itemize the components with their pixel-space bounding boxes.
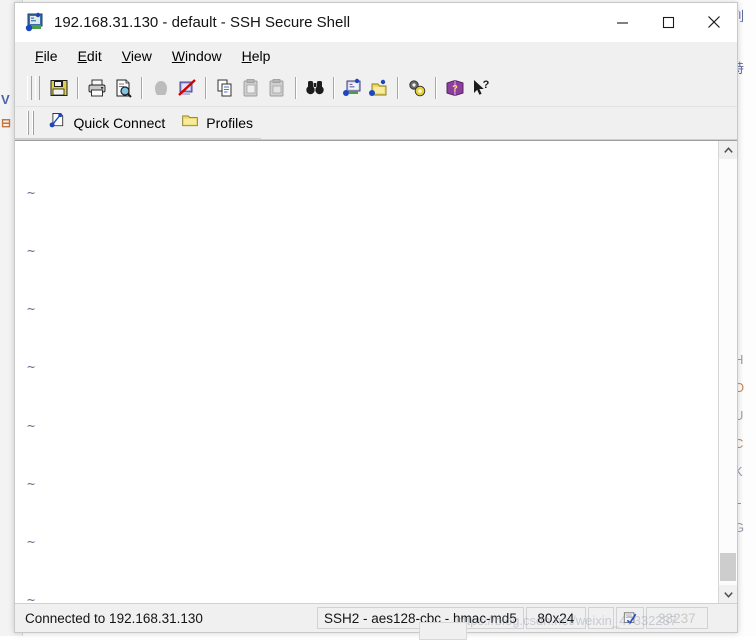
window-title: 192.168.31.130 - default - SSH Secure Sh… [54,13,351,31]
terminal-tilde-line: ~ [27,359,36,376]
status-connection: Connected to 192.168.31.130 [19,607,315,629]
toolbar-grip2[interactable] [35,76,40,100]
toolbar-separator-4 [295,77,297,99]
copy-icon[interactable] [212,75,238,101]
scrollbar-track[interactable] [719,159,737,585]
toolbar-grip[interactable] [27,76,32,100]
paste-alt-icon[interactable] [264,75,290,101]
save-icon[interactable] [46,75,72,101]
quick-bar-grip[interactable] [27,110,30,135]
terminal-tilde-line: ~ [27,534,36,551]
menu-item-help[interactable]: Help [232,45,281,67]
menu-view-rest: iew [130,48,152,64]
paste-icon[interactable] [238,75,264,101]
quick-connect-bar: Quick Connect Profiles [15,107,261,139]
menu-file-label: F [35,48,44,64]
menu-item-file[interactable]: File [25,45,68,67]
toolbar-separator-3 [205,77,207,99]
app-icon [25,12,45,32]
menu-help-label: H [241,48,252,64]
scrollbar-thumb[interactable] [720,553,736,581]
terminal-tilde-line: ~ [27,243,36,260]
terminal-tilde-line: ~ [27,417,36,434]
svg-text:?: ? [452,84,458,94]
status-counter: 33237 [645,607,708,629]
print-icon[interactable] [84,75,110,101]
terminal-tilde-line: ~ [27,475,36,492]
quick-bar-grip2[interactable] [32,110,35,135]
quick-connect-label: Quick Connect [73,114,166,131]
minimize-button[interactable] [599,3,645,41]
profiles-label: Profiles [206,114,253,131]
profiles-button[interactable]: Profiles [173,110,261,136]
menu-item-window[interactable]: Window [162,45,232,67]
find-icon[interactable] [302,75,328,101]
settings-icon[interactable] [404,75,430,101]
toolbar-separator-5 [333,77,335,99]
terminal-area: ~ ~ ~ ~ ~ ~ ~ ~ ~ ~ ~ "six.sh" 10L, 139C… [15,140,737,603]
status-bar: Connected to 192.168.31.130 SSH2 - aes12… [15,603,737,632]
menu-help-rest: elp [251,48,271,64]
disconnect-icon[interactable] [174,75,200,101]
menu-window-label: W [171,48,186,64]
vertical-scrollbar[interactable] [718,141,737,603]
scroll-down-button[interactable] [719,585,737,603]
menu-edit-rest: dit [86,48,102,64]
menu-file-rest: ile [43,48,58,64]
quick-connect-button[interactable]: Quick Connect [40,110,173,136]
menu-bar: File Edit View Window Help [15,42,737,70]
quick-connect-bar-wrapper: Quick Connect Profiles [15,107,737,140]
folder-icon [181,111,199,134]
background-mark-1: ⊟ [1,116,12,130]
terminal-tilde-line: ~ [27,592,36,603]
maximize-button[interactable] [645,3,691,41]
print-preview-icon[interactable] [110,75,136,101]
menu-edit-label: E [77,48,87,64]
menu-view-label: V [121,48,131,64]
file-transfer-icon[interactable] [366,75,392,101]
new-terminal-icon[interactable] [340,75,366,101]
terminal-tilde-line: ~ [27,184,36,201]
help-book-icon[interactable]: ? [442,75,468,101]
quick-connect-icon [48,111,66,134]
close-button[interactable] [691,3,737,41]
window-controls [599,3,737,41]
scroll-up-button[interactable] [719,141,737,159]
svg-text:?: ? [483,79,490,91]
terminal-tilde-line: ~ [27,301,36,318]
toolbar-separator-6 [397,77,399,99]
background-mark-0: V [1,92,10,107]
menu-item-edit[interactable]: Edit [68,45,112,67]
context-help-icon[interactable]: ? [468,75,494,101]
title-bar[interactable]: 192.168.31.130 - default - SSH Secure Sh… [15,3,737,42]
toolbar: ? ? [15,70,737,107]
terminal-output[interactable]: ~ ~ ~ ~ ~ ~ ~ ~ ~ ~ ~ "six.sh" 10L, 139C… [15,141,718,603]
status-terminal-size: 80x24 [525,607,586,629]
toolbar-separator-1 [77,77,79,99]
bottom-tab-decoration [419,622,467,640]
menu-item-view[interactable]: View [112,45,162,67]
capture-icon[interactable] [615,607,644,629]
status-spacer-cell [587,607,614,629]
ssh-secure-shell-window: 192.168.31.130 - default - SSH Secure Sh… [14,2,738,640]
toolbar-separator-7 [435,77,437,99]
menu-window-rest: indow [185,48,222,64]
connect-icon[interactable] [148,75,174,101]
toolbar-separator-2 [141,77,143,99]
